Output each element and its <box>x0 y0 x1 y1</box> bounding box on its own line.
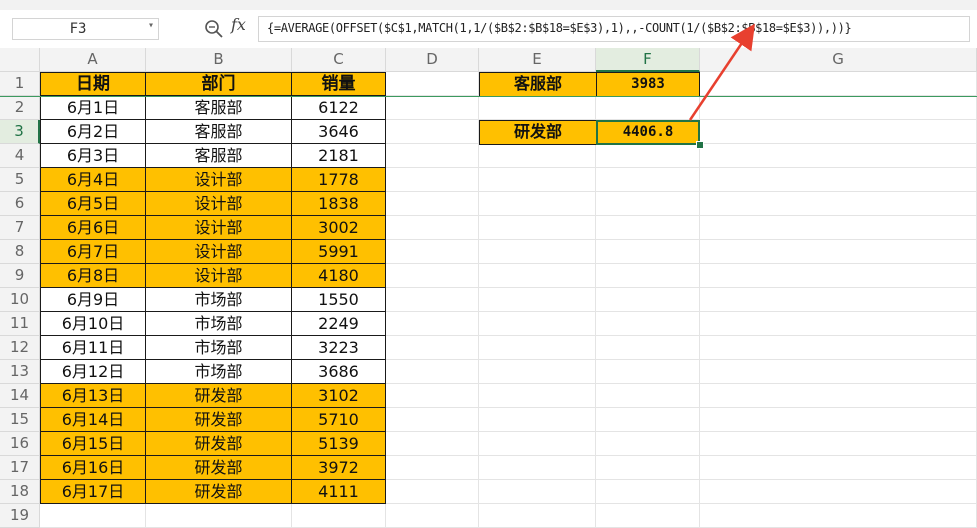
table-header-cell[interactable]: 部门 <box>146 72 292 96</box>
column-header-e[interactable]: E <box>479 48 596 72</box>
table-cell-dept[interactable]: 设计部 <box>146 264 292 288</box>
row-header-11[interactable]: 11 <box>0 312 40 336</box>
row-header-19[interactable]: 19 <box>0 504 40 528</box>
row-header-7[interactable]: 7 <box>0 216 40 240</box>
table-cell-sales[interactable]: 3686 <box>292 360 386 384</box>
table-cell-dept[interactable]: 市场部 <box>146 360 292 384</box>
table-header-cell[interactable]: 销量 <box>292 72 386 96</box>
column-header-d[interactable]: D <box>386 48 479 72</box>
table-cell-sales[interactable]: 5139 <box>292 432 386 456</box>
table-cell-sales[interactable]: 6122 <box>292 96 386 120</box>
table-cell-date[interactable]: 6月11日 <box>40 336 146 360</box>
row-header-5[interactable]: 5 <box>0 168 40 192</box>
table-cell-dept[interactable]: 研发部 <box>146 432 292 456</box>
row-header-13[interactable]: 13 <box>0 360 40 384</box>
summary-value-cell[interactable]: 3983 <box>596 72 700 97</box>
row-header-6[interactable]: 6 <box>0 192 40 216</box>
row-header-2[interactable]: 2 <box>0 96 40 120</box>
table-cell-date[interactable]: 6月15日 <box>40 432 146 456</box>
column-header-a[interactable]: A <box>40 48 146 72</box>
formula-input[interactable]: {=AVERAGE(OFFSET($C$1,MATCH(1,1/($B$2:$B… <box>258 16 970 42</box>
table-cell-date[interactable]: 6月14日 <box>40 408 146 432</box>
name-box[interactable]: F3 ▾ <box>12 18 159 40</box>
summary-label-cell[interactable]: 研发部 <box>479 120 597 145</box>
table-cell-sales[interactable]: 1778 <box>292 168 386 192</box>
table-cell-date[interactable]: 6月4日 <box>40 168 146 192</box>
row-header-1[interactable]: 1 <box>0 72 40 96</box>
zoom-icon[interactable] <box>203 18 225 40</box>
table-cell-dept[interactable]: 设计部 <box>146 168 292 192</box>
row-header-18[interactable]: 18 <box>0 480 40 504</box>
table-cell-date[interactable]: 6月7日 <box>40 240 146 264</box>
table-cell-dept[interactable]: 市场部 <box>146 312 292 336</box>
chevron-down-icon[interactable]: ▾ <box>148 20 154 31</box>
selected-cell-f3[interactable]: 4406.8 <box>596 120 700 145</box>
row-header-4[interactable]: 4 <box>0 144 40 168</box>
row-header-3[interactable]: 3 <box>0 120 40 144</box>
row-header-8[interactable]: 8 <box>0 240 40 264</box>
table-cell-sales[interactable]: 3002 <box>292 216 386 240</box>
table-cell-dept[interactable]: 设计部 <box>146 240 292 264</box>
table-cell-dept[interactable]: 客服部 <box>146 120 292 144</box>
table-cell-dept[interactable]: 市场部 <box>146 288 292 312</box>
table-cell-date[interactable]: 6月5日 <box>40 192 146 216</box>
table-cell-sales[interactable]: 2249 <box>292 312 386 336</box>
table-cell-dept[interactable]: 研发部 <box>146 384 292 408</box>
table-cell-sales[interactable]: 3102 <box>292 384 386 408</box>
formula-bar-row: F3 ▾ fx {=AVERAGE(OFFSET($C$1,MATCH(1,1/… <box>0 10 977 48</box>
table-cell-sales[interactable]: 3646 <box>292 120 386 144</box>
table-cell-dept[interactable]: 客服部 <box>146 144 292 168</box>
table-cell-dept[interactable]: 研发部 <box>146 456 292 480</box>
table-cell-dept[interactable]: 设计部 <box>146 192 292 216</box>
table-header-cell[interactable]: 日期 <box>40 72 146 96</box>
table-cell-dept[interactable]: 研发部 <box>146 480 292 504</box>
column-header-g[interactable]: G <box>700 48 977 72</box>
top-strip <box>0 0 977 10</box>
row-header-16[interactable]: 16 <box>0 432 40 456</box>
table-cell-date[interactable]: 6月13日 <box>40 384 146 408</box>
column-header-f[interactable]: F <box>596 48 700 72</box>
table-cell-date[interactable]: 6月9日 <box>40 288 146 312</box>
row-header-17[interactable]: 17 <box>0 456 40 480</box>
table-cell-sales[interactable]: 4180 <box>292 264 386 288</box>
table-cell-date[interactable]: 6月17日 <box>40 480 146 504</box>
name-box-value: F3 <box>69 21 87 37</box>
table-cell-sales[interactable]: 3972 <box>292 456 386 480</box>
summary-label-cell[interactable]: 客服部 <box>479 72 597 97</box>
table-cell-sales[interactable]: 1838 <box>292 192 386 216</box>
table-cell-dept[interactable]: 设计部 <box>146 216 292 240</box>
table-cell-dept[interactable]: 市场部 <box>146 336 292 360</box>
table-cell-date[interactable]: 6月12日 <box>40 360 146 384</box>
table-cell-sales[interactable]: 4111 <box>292 480 386 504</box>
spreadsheet-grid[interactable]: ABCDEFG 1 2 3 4 5 6 7 8 9 10 11 12 13 14 15 16 17 18 19 日期… <box>0 48 977 528</box>
select-all-corner[interactable] <box>0 48 40 72</box>
freeze-pane-line <box>0 96 977 97</box>
row-header-9[interactable]: 9 <box>0 264 40 288</box>
table-cell-dept[interactable]: 客服部 <box>146 96 292 120</box>
table-cell-date[interactable]: 6月16日 <box>40 456 146 480</box>
table-cell-date[interactable]: 6月3日 <box>40 144 146 168</box>
column-header-c[interactable]: C <box>292 48 386 72</box>
table-cell-date[interactable]: 6月10日 <box>40 312 146 336</box>
table-cell-date[interactable]: 6月8日 <box>40 264 146 288</box>
formula-text: {=AVERAGE(OFFSET($C$1,MATCH(1,1/($B$2:$B… <box>267 21 852 35</box>
table-cell-sales[interactable]: 2181 <box>292 144 386 168</box>
table-cell-sales[interactable]: 1550 <box>292 288 386 312</box>
table-cell-sales[interactable]: 5710 <box>292 408 386 432</box>
row-header-10[interactable]: 10 <box>0 288 40 312</box>
column-header-b[interactable]: B <box>146 48 292 72</box>
row-header-15[interactable]: 15 <box>0 408 40 432</box>
table-cell-sales[interactable]: 5991 <box>292 240 386 264</box>
row-header-14[interactable]: 14 <box>0 384 40 408</box>
fill-handle[interactable] <box>696 141 704 149</box>
fx-icon[interactable]: fx <box>231 15 246 34</box>
table-cell-date[interactable]: 6月6日 <box>40 216 146 240</box>
row-header-12[interactable]: 12 <box>0 336 40 360</box>
table-cell-date[interactable]: 6月1日 <box>40 96 146 120</box>
table-cell-dept[interactable]: 研发部 <box>146 408 292 432</box>
table-cell-date[interactable]: 6月2日 <box>40 120 146 144</box>
table-cell-sales[interactable]: 3223 <box>292 336 386 360</box>
